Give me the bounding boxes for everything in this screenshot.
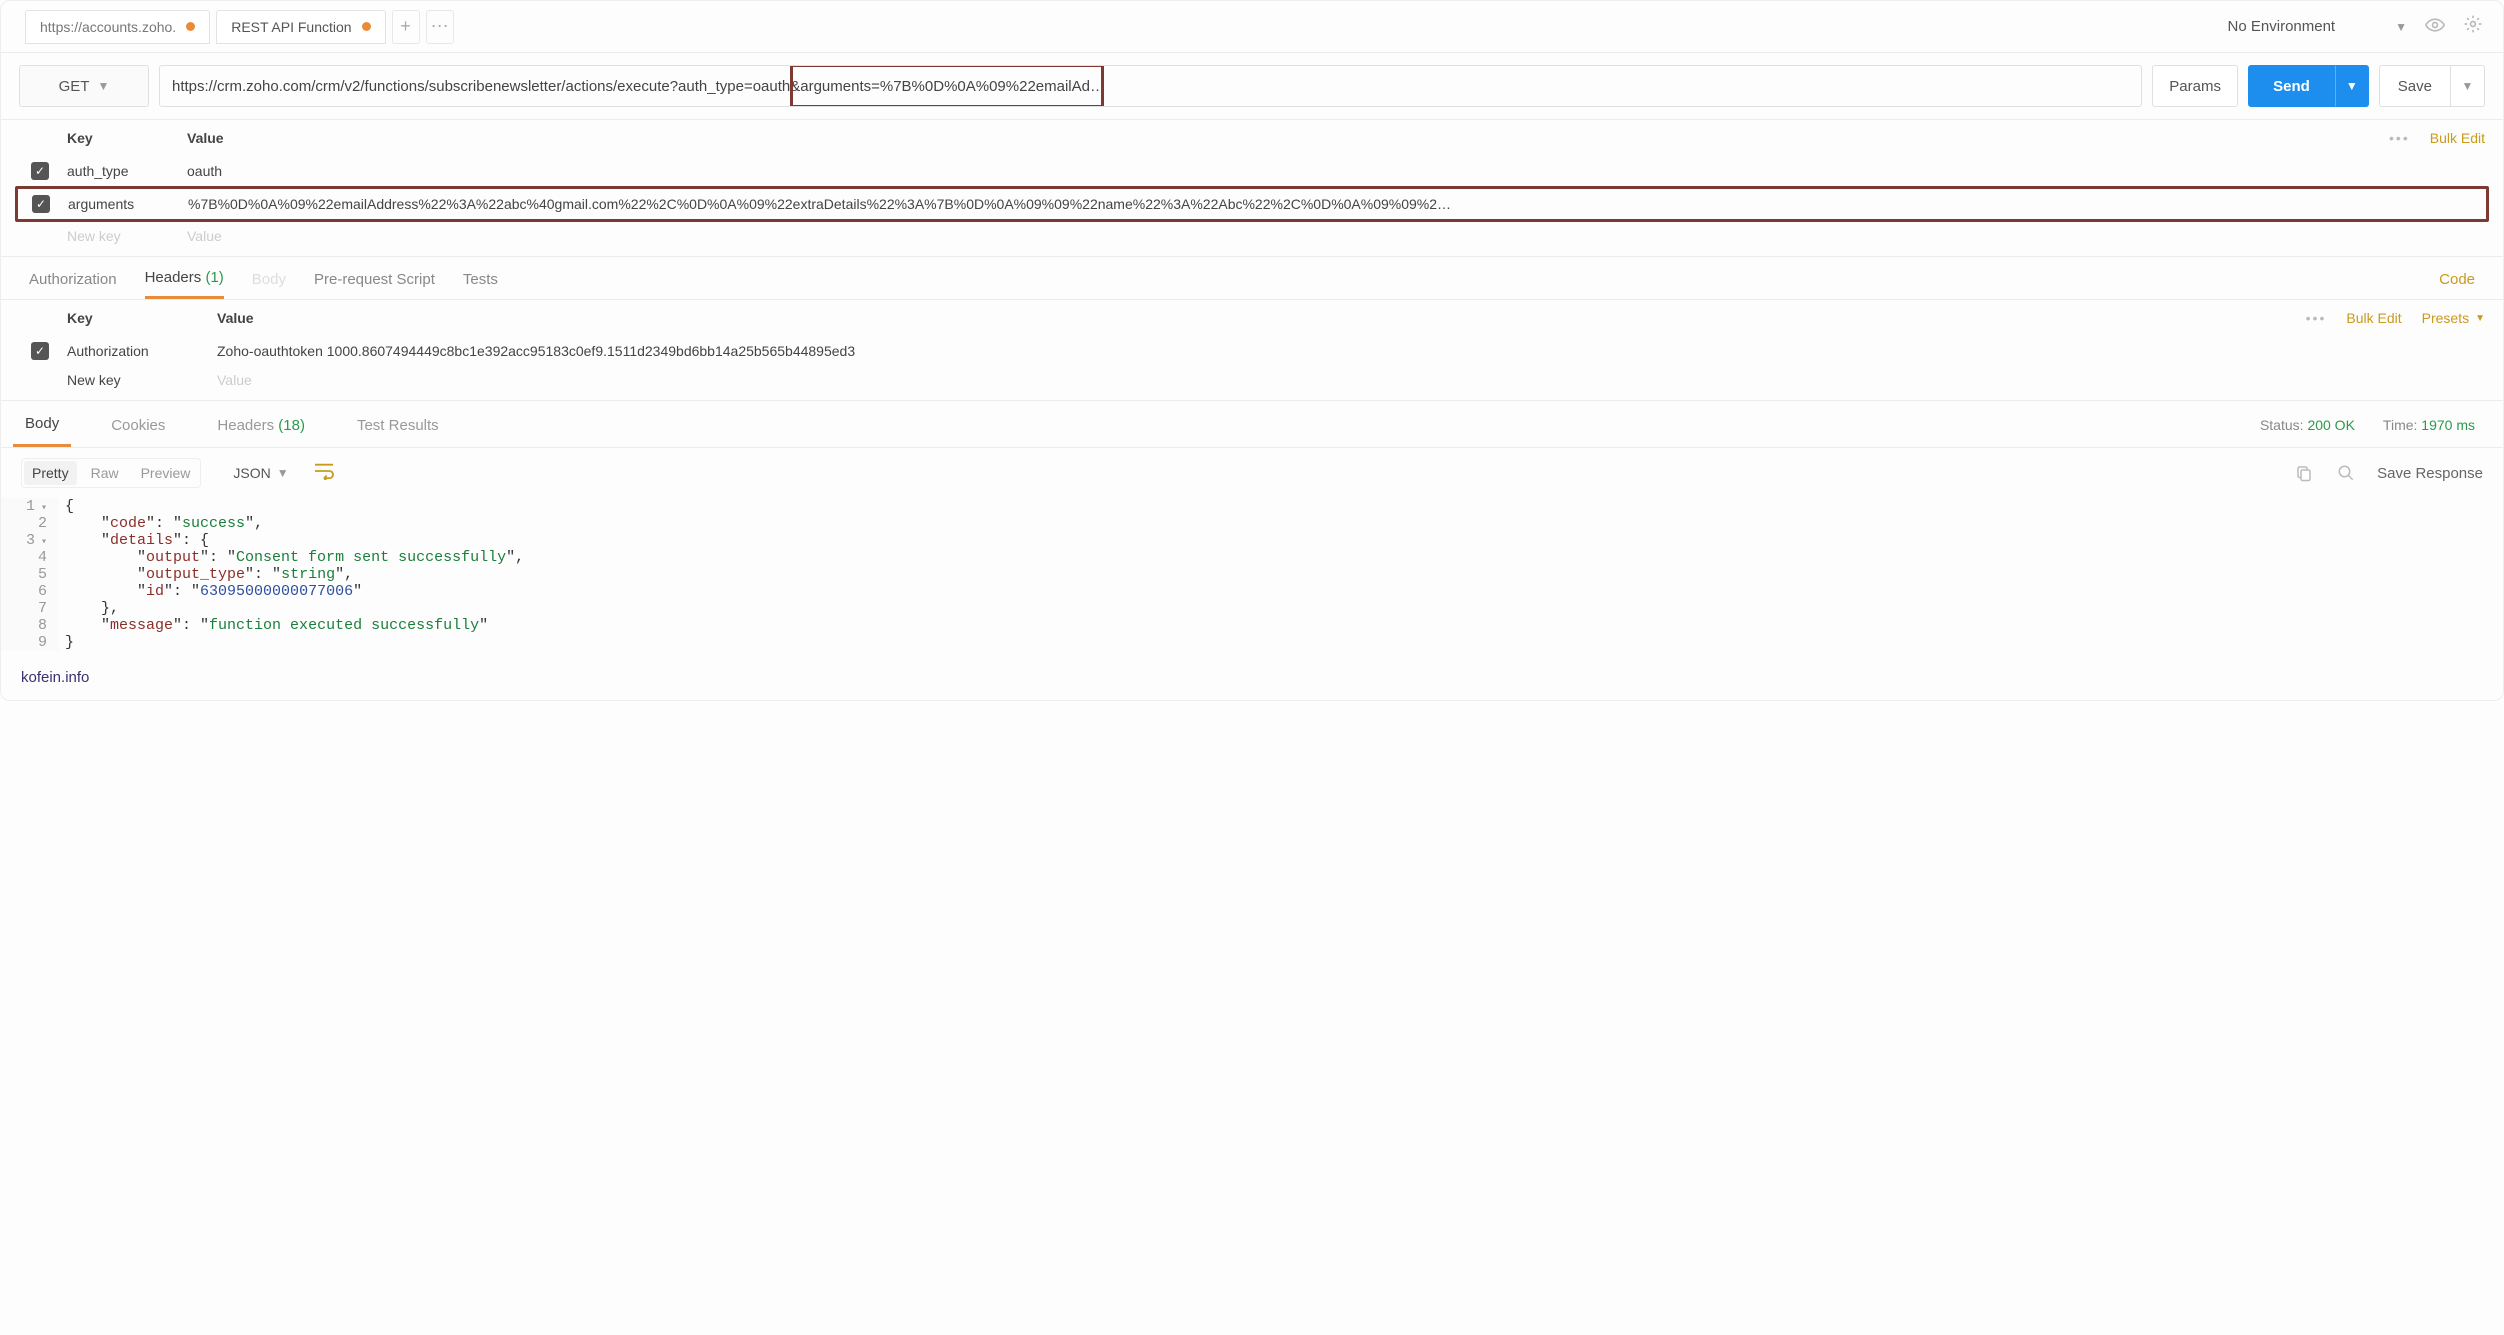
headers-key-header: Key xyxy=(67,310,217,326)
checkbox-checked-icon[interactable]: ✓ xyxy=(32,195,50,213)
param-value[interactable]: %7B%0D%0A%09%22emailAddress%22%3A%22abc%… xyxy=(188,196,2468,212)
view-pretty[interactable]: Pretty xyxy=(24,461,77,485)
param-key[interactable]: auth_type xyxy=(67,163,187,179)
header-value[interactable]: Zoho-oauthtoken 1000.8607494449c8bc1e392… xyxy=(217,343,2485,359)
param-row-arguments[interactable]: ✓ arguments %7B%0D%0A%09%22emailAddress%… xyxy=(18,189,2486,219)
save-response-button[interactable]: Save Response xyxy=(2377,465,2483,482)
tab-accounts[interactable]: https://accounts.zoho. xyxy=(25,10,210,44)
tab-rest-api[interactable]: REST API Function xyxy=(216,10,385,44)
chevron-down-icon: ▼ xyxy=(277,466,289,480)
chevron-down-icon: ▼ xyxy=(2462,79,2474,93)
header-key-placeholder[interactable]: New key xyxy=(67,372,217,388)
checkbox-checked-icon[interactable]: ✓ xyxy=(31,162,49,180)
param-key[interactable]: arguments xyxy=(68,196,188,212)
tab-body[interactable]: Body xyxy=(252,271,286,298)
resp-tab-headers[interactable]: Headers (18) xyxy=(205,417,317,446)
view-preview[interactable]: Preview xyxy=(133,461,199,485)
resp-tab-tests[interactable]: Test Results xyxy=(345,417,451,446)
headers-more-icon[interactable]: ••• xyxy=(2306,310,2327,326)
header-value-placeholder[interactable]: Value xyxy=(217,372,2485,388)
search-icon[interactable] xyxy=(2335,462,2357,484)
param-key-placeholder[interactable]: New key xyxy=(67,228,187,244)
params-key-header: Key xyxy=(67,130,187,146)
url-text: https://crm.zoho.com/crm/v2/functions/su… xyxy=(172,78,1105,95)
resp-tab-body[interactable]: Body xyxy=(13,415,71,447)
save-button[interactable]: Save xyxy=(2379,65,2451,107)
method-label: GET xyxy=(59,78,90,95)
copy-icon[interactable] xyxy=(2293,462,2315,484)
param-row-new[interactable]: New key Value xyxy=(1,222,2503,250)
annotation-highlight-row: ✓ arguments %7B%0D%0A%09%22emailAddress%… xyxy=(15,186,2489,222)
tab-overflow-button[interactable]: ⋯ xyxy=(426,10,454,44)
method-select[interactable]: GET ▼ xyxy=(19,65,149,107)
header-key[interactable]: Authorization xyxy=(67,343,217,359)
headers-value-header: Value xyxy=(217,310,2306,326)
tab-label: https://accounts.zoho. xyxy=(40,19,176,35)
environment-select[interactable]: No Environment ▼ xyxy=(2228,18,2407,35)
chevron-down-icon: ▼ xyxy=(2395,20,2407,34)
environment-label: No Environment xyxy=(2228,18,2336,35)
status-label: Status: 200 OK xyxy=(2260,417,2355,433)
send-dropdown-button[interactable]: ▼ xyxy=(2335,65,2369,107)
params-more-icon[interactable]: ••• xyxy=(2389,130,2410,146)
body-format-select[interactable]: JSON ▼ xyxy=(233,465,288,481)
tab-prerequest[interactable]: Pre-request Script xyxy=(314,271,435,298)
unsaved-dot-icon xyxy=(362,22,371,31)
wrap-lines-icon[interactable] xyxy=(313,462,335,485)
unsaved-dot-icon xyxy=(186,22,195,31)
eye-icon[interactable] xyxy=(2425,16,2445,37)
footer-link[interactable]: kofein.info xyxy=(1,661,2503,700)
save-dropdown-button[interactable]: ▼ xyxy=(2451,65,2485,107)
send-button[interactable]: Send xyxy=(2248,65,2335,107)
bulk-edit-link[interactable]: Bulk Edit xyxy=(2430,130,2485,146)
param-row-auth-type[interactable]: ✓ auth_type oauth xyxy=(1,156,2503,186)
bulk-edit-link[interactable]: Bulk Edit xyxy=(2346,310,2401,326)
chevron-down-icon: ▼ xyxy=(97,79,109,93)
view-raw[interactable]: Raw xyxy=(83,461,127,485)
response-body[interactable]: 1{ 2 "code": "success", 3 "details": { 4… xyxy=(1,498,2503,661)
tab-tests[interactable]: Tests xyxy=(463,271,498,298)
code-link[interactable]: Code xyxy=(2439,271,2475,298)
new-tab-button[interactable]: + xyxy=(392,10,420,44)
tab-headers[interactable]: Headers (1) xyxy=(145,269,224,299)
params-button[interactable]: Params xyxy=(2152,65,2238,107)
gear-icon[interactable] xyxy=(2463,14,2483,39)
url-input[interactable]: https://crm.zoho.com/crm/v2/functions/su… xyxy=(159,65,2142,107)
header-row-new[interactable]: New key Value xyxy=(1,366,2503,394)
time-label: Time: 1970 ms xyxy=(2383,417,2475,433)
param-value-placeholder[interactable]: Value xyxy=(187,228,2485,244)
resp-tab-cookies[interactable]: Cookies xyxy=(99,417,177,446)
presets-link[interactable]: Presets ▼ xyxy=(2422,310,2485,326)
tab-authorization[interactable]: Authorization xyxy=(29,271,117,298)
header-row-authorization[interactable]: ✓ Authorization Zoho-oauthtoken 1000.860… xyxy=(1,336,2503,366)
checkbox-checked-icon[interactable]: ✓ xyxy=(31,342,49,360)
param-value[interactable]: oauth xyxy=(187,163,2485,179)
tab-label: REST API Function xyxy=(231,19,351,35)
params-value-header: Value xyxy=(187,130,2389,146)
chevron-down-icon: ▼ xyxy=(2346,79,2358,93)
caret-down-icon: ▼ xyxy=(2475,313,2485,324)
